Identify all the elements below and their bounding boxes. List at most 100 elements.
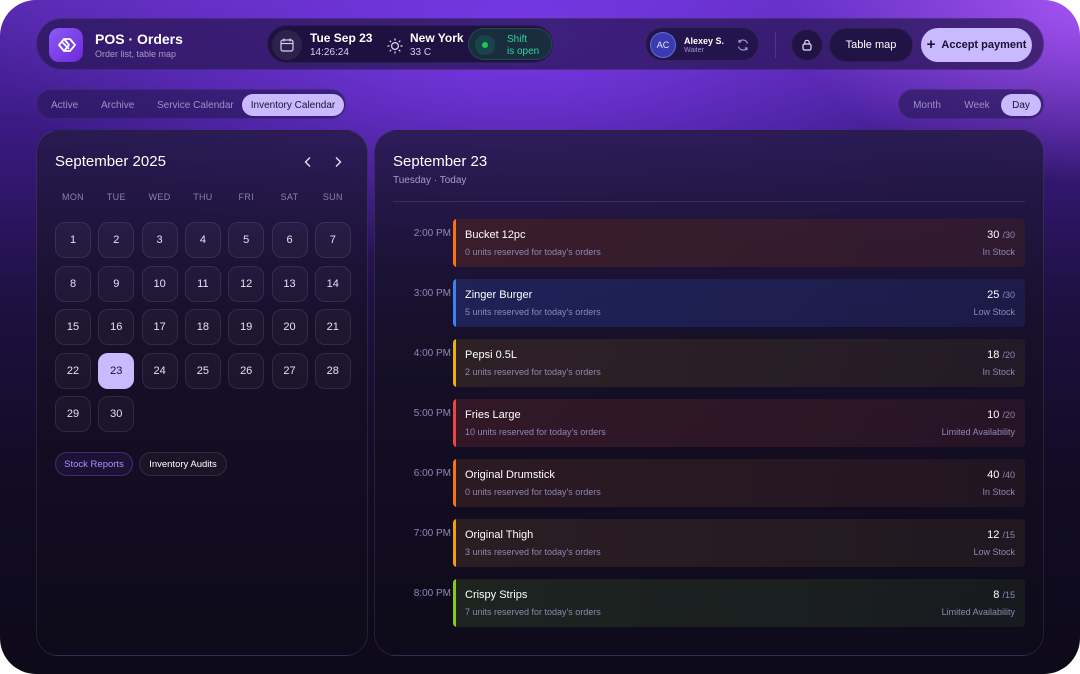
inventory-event-card[interactable]: Bucket 12pc 0 units reserved for today's … [453, 219, 1025, 267]
prev-month-button[interactable] [299, 153, 317, 171]
inventory-event-card[interactable]: Original Drumstick 0 units reserved for t… [453, 459, 1025, 507]
stock-status: Limited Availability [941, 607, 1015, 617]
user-profile[interactable]: AC Alexey S. Waiter [645, 27, 759, 61]
event-item-desc: 10 units reserved for today's orders [465, 427, 606, 437]
calendar-day[interactable]: 20 [271, 309, 308, 345]
calendar-day[interactable]: 29 [55, 396, 91, 432]
event-quantity: 30 /30 [987, 229, 1015, 241]
shift-status-dot-icon [475, 35, 495, 55]
stock-status: In Stock [982, 487, 1015, 497]
accept-payment-button[interactable]: + Accept payment [921, 28, 1032, 62]
event-item-desc: 0 units reserved for today's orders [465, 247, 601, 257]
calendar-day[interactable]: 16 [98, 309, 135, 345]
switch-user-icon[interactable] [736, 38, 750, 57]
user-name: Alexey S. [684, 36, 725, 46]
view-month[interactable]: Month [909, 94, 945, 116]
tab-inventory-calendar[interactable]: Inventory Calendar [242, 94, 344, 116]
tab-active[interactable]: Active [51, 94, 78, 116]
calendar-day[interactable]: 6 [271, 222, 308, 258]
calendar-day[interactable]: 8 [55, 265, 91, 302]
shift-label: Shift [507, 34, 528, 45]
weekday-label: MON [62, 192, 84, 202]
calendar-day[interactable]: 21 [314, 309, 351, 345]
event-quantity: 8 /15 [993, 589, 1015, 601]
calendar-day-selected[interactable]: 23 [98, 352, 135, 389]
event-accent-bar [453, 399, 456, 447]
calendar-day[interactable]: 24 [141, 352, 178, 389]
calendar-day[interactable]: 13 [271, 265, 308, 302]
month-calendar-panel: September 2025 MON TUE WED THU FRI SAT SUN 123… [36, 130, 368, 656]
chevron-left-icon [304, 157, 311, 167]
calendar-day[interactable]: 30 [98, 396, 135, 432]
event-quantity: 12 /15 [987, 529, 1015, 541]
calendar-view-switch: Month Week Day [898, 89, 1044, 119]
calendar-day[interactable]: 15 [55, 309, 91, 345]
weekday-label: THU [193, 192, 213, 202]
inventory-event-card[interactable]: Crispy Strips 7 units reserved for today'… [453, 579, 1025, 627]
event-item-name: Fries Large [465, 409, 521, 421]
shift-status: Shift is open [468, 28, 552, 60]
calendar-day[interactable]: 10 [141, 265, 178, 302]
calendar-day[interactable]: 19 [228, 309, 265, 345]
event-quantity: 25 /30 [987, 289, 1015, 301]
calendar-day[interactable]: 5 [228, 222, 265, 258]
event-quantity: 10 /20 [987, 409, 1015, 421]
time-slot-label: 4:00 PM [413, 348, 451, 359]
time-slot-label: 5:00 PM [413, 408, 451, 419]
avatar: AC [650, 32, 676, 58]
inventory-event-card[interactable]: Fries Large 10 units reserved for today's… [453, 399, 1025, 447]
event-item-desc: 3 units reserved for today's orders [465, 547, 601, 557]
inventory-audits-button[interactable]: Inventory Audits [139, 452, 227, 476]
next-month-button[interactable] [329, 153, 347, 171]
tab-service-calendar[interactable]: Service Calendar [157, 94, 234, 116]
calendar-day[interactable]: 22 [55, 352, 91, 389]
calendar-day[interactable]: 12 [228, 265, 265, 302]
calendar-icon [272, 30, 302, 60]
event-accent-bar [453, 219, 456, 267]
datetime-weather-group: Tue Sep 23 14:26:24 New York 33 C Shift … [267, 25, 553, 63]
calendar-day[interactable]: 18 [184, 309, 221, 345]
calendar-day[interactable]: 27 [271, 352, 308, 389]
plus-icon: + [926, 35, 936, 53]
weekday-label: TUE [106, 192, 126, 202]
calendar-day[interactable]: 17 [141, 309, 178, 345]
quantity-total: /15 [1002, 530, 1015, 540]
calendar-day[interactable]: 4 [184, 222, 221, 258]
user-role: Waiter [684, 47, 704, 54]
calendar-day[interactable]: 11 [184, 265, 221, 302]
event-item-desc: 5 units reserved for today's orders [465, 307, 601, 317]
inventory-event-card[interactable]: Zinger Burger 5 units reserved for today'… [453, 279, 1025, 327]
event-quantity: 40 /40 [987, 469, 1015, 481]
app-title: POS · Orders [95, 31, 183, 47]
stock-status: In Stock [982, 247, 1015, 257]
weekday-label: FRI [238, 192, 254, 202]
view-week[interactable]: Week [959, 94, 995, 116]
calendar-day[interactable]: 7 [314, 222, 351, 258]
calendar-day[interactable]: 3 [141, 222, 178, 258]
quantity-total: /20 [1002, 410, 1015, 420]
inventory-event-card[interactable]: Pepsi 0.5L 2 units reserved for today's o… [453, 339, 1025, 387]
current-date: Tue Sep 23 [310, 31, 373, 45]
calendar-day[interactable]: 9 [98, 265, 135, 302]
lock-button[interactable] [791, 29, 823, 61]
calendar-day[interactable]: 25 [184, 352, 221, 389]
view-day[interactable]: Day [1001, 94, 1041, 116]
calendar-day[interactable]: 14 [314, 265, 351, 302]
quantity-total: /30 [1002, 230, 1015, 240]
inventory-event-card[interactable]: Original Thigh 3 units reserved for today… [453, 519, 1025, 567]
time-slot-label: 3:00 PM [413, 288, 451, 299]
calendar-day[interactable]: 26 [228, 352, 265, 389]
event-item-desc: 7 units reserved for today's orders [465, 607, 601, 617]
event-item-desc: 2 units reserved for today's orders [465, 367, 601, 377]
day-subtitle: Tuesday · Today [393, 175, 467, 186]
app-subtitle: Order list, table map [95, 49, 177, 59]
table-map-button[interactable]: Table map [829, 28, 913, 62]
stock-status: Limited Availability [941, 427, 1015, 437]
event-item-name: Zinger Burger [465, 289, 533, 301]
order-tabs: Active Archive Service Calendar Inventor… [36, 89, 346, 119]
calendar-day[interactable]: 1 [55, 222, 91, 258]
calendar-day[interactable]: 2 [98, 222, 135, 258]
calendar-day[interactable]: 28 [314, 352, 351, 389]
tab-archive[interactable]: Archive [101, 94, 134, 116]
stock-reports-button[interactable]: Stock Reports [55, 452, 133, 476]
